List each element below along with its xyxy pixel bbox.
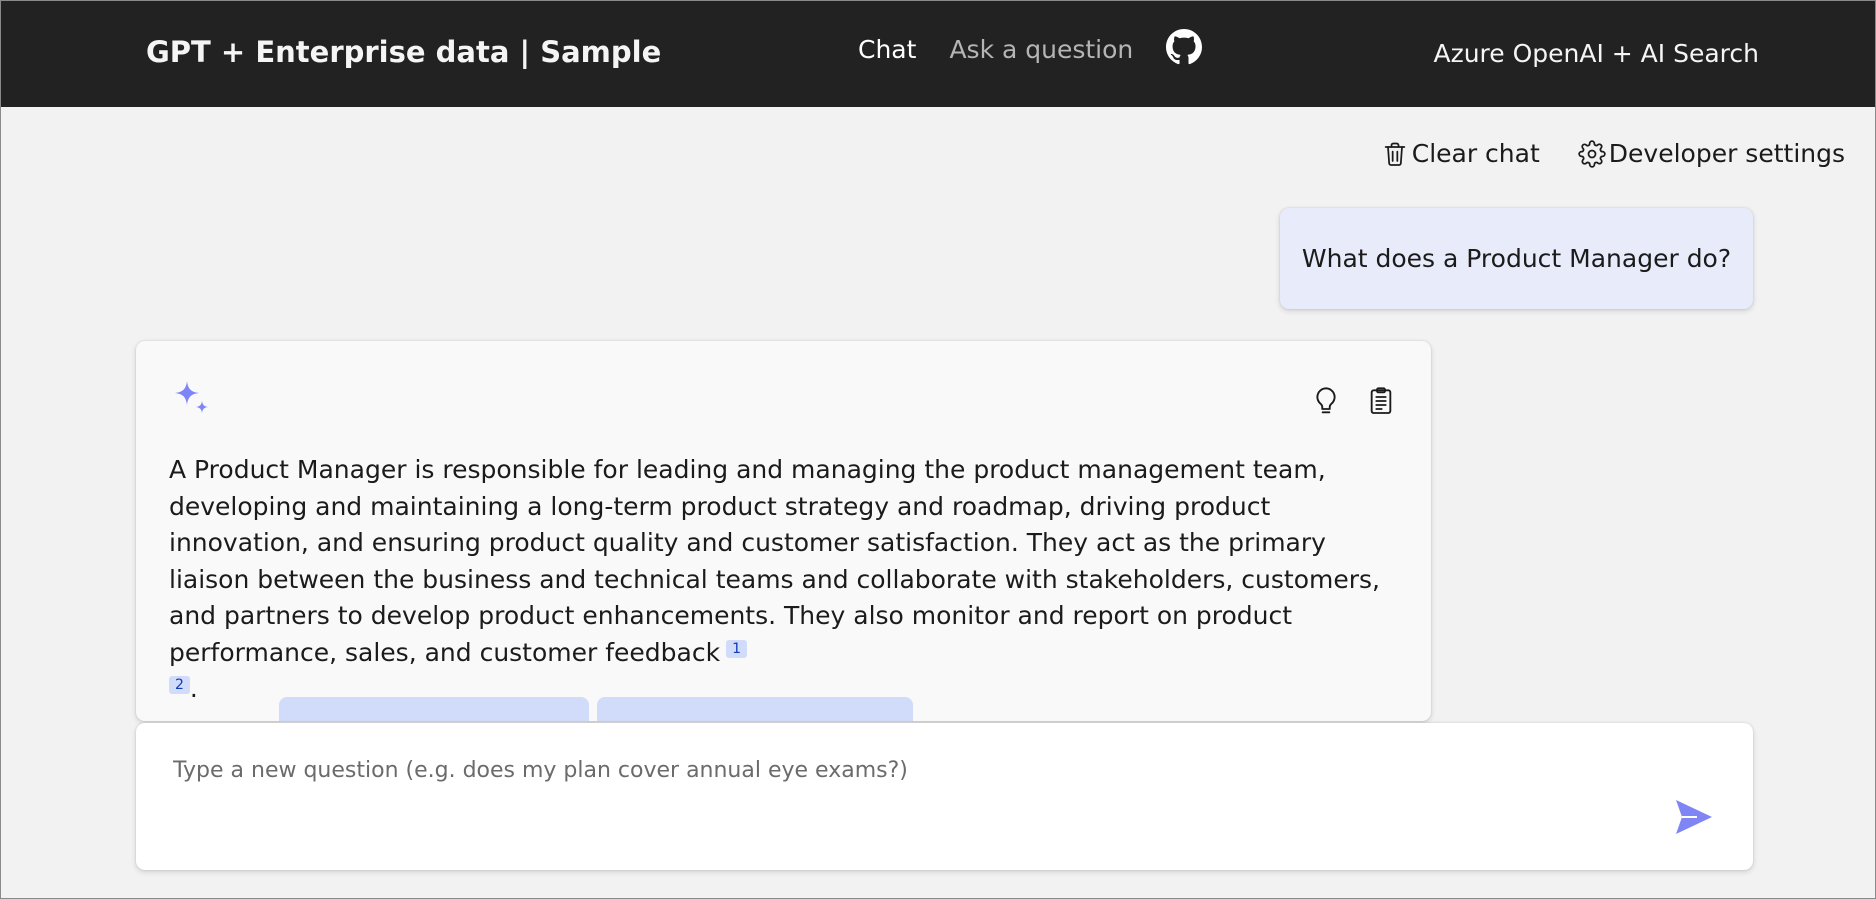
header-subtitle: Azure OpenAI + AI Search [1433, 39, 1759, 68]
user-message-text: What does a Product Manager do? [1301, 244, 1732, 273]
developer-settings-label: Developer settings [1608, 139, 1845, 168]
answer-trailing: . [189, 674, 198, 703]
clear-chat-label: Clear chat [1411, 139, 1540, 168]
clipboard-icon[interactable] [1365, 385, 1397, 417]
nav-ask-a-question[interactable]: Ask a question [949, 35, 1133, 64]
answer-body: A Product Manager is responsible for lea… [169, 455, 1380, 667]
citation-1[interactable]: 1 [726, 639, 748, 658]
send-icon[interactable] [1673, 797, 1715, 837]
clear-chat-button[interactable]: Clear chat [1381, 139, 1540, 168]
gear-icon [1578, 139, 1606, 168]
user-message-bubble: What does a Product Manager do? [1280, 208, 1753, 309]
question-input-box [136, 723, 1753, 870]
answer-text: A Product Manager is responsible for lea… [169, 452, 1399, 708]
sparkle-icon [175, 381, 208, 413]
question-input[interactable] [173, 758, 1623, 838]
answer-card: A Product Manager is responsible for lea… [136, 341, 1431, 721]
github-icon[interactable] [1166, 29, 1203, 65]
citation-chip[interactable] [279, 697, 589, 721]
top-header: GPT + Enterprise data | Sample Chat Ask … [1, 1, 1875, 107]
answer-actions [1287, 385, 1397, 417]
trash-icon [1384, 142, 1405, 166]
command-bar: Clear chat Developer settings [1343, 139, 1845, 168]
developer-settings-button[interactable]: Developer settings [1578, 139, 1845, 168]
nav-chat[interactable]: Chat [858, 35, 916, 64]
lightbulb-icon[interactable] [1310, 385, 1342, 417]
app-window: GPT + Enterprise data | Sample Chat Ask … [0, 0, 1876, 899]
app-title[interactable]: GPT + Enterprise data | Sample [146, 35, 661, 69]
top-nav: Chat Ask a question [858, 29, 1203, 65]
citation-chip[interactable] [597, 697, 913, 721]
citation-2[interactable]: 2 [169, 676, 190, 694]
citation-chips [279, 697, 921, 721]
